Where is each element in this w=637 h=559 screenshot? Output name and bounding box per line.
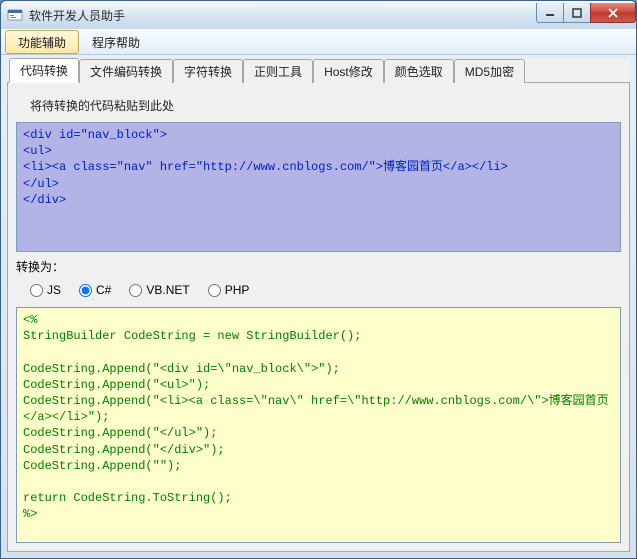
close-button[interactable] — [590, 3, 636, 23]
input-code-area[interactable]: <div id="nav_block"> <ul> <li><a class="… — [16, 122, 621, 252]
tab-content: 将待转换的代码粘贴到此处 <div id="nav_block"> <ul> <… — [7, 83, 630, 552]
tab-md5[interactable]: MD5加密 — [454, 59, 525, 83]
maximize-button[interactable] — [563, 3, 591, 23]
output-code-area[interactable]: <% StringBuilder CodeString = new String… — [16, 307, 621, 543]
window-title: 软件开发人员助手 — [29, 7, 537, 24]
radio-group-target: JS C# VB.NET PHP — [16, 279, 621, 307]
window-controls — [537, 3, 636, 23]
app-window: 软件开发人员助手 功能辅助 程序帮助 代码转换 文件编码转换 字符转换 正则工具… — [0, 0, 637, 559]
app-icon — [7, 7, 23, 23]
menu-item-functions[interactable]: 功能辅助 — [5, 30, 79, 54]
menu-item-help[interactable]: 程序帮助 — [79, 30, 153, 54]
tab-color-pick[interactable]: 颜色选取 — [384, 59, 454, 83]
radio-vbnet[interactable] — [129, 284, 142, 297]
radio-js[interactable] — [30, 284, 43, 297]
convert-to-label: 转换为： — [16, 252, 621, 279]
title-bar[interactable]: 软件开发人员助手 — [1, 1, 636, 29]
tab-host[interactable]: Host修改 — [313, 59, 384, 83]
radio-php[interactable] — [208, 284, 221, 297]
menu-bar: 功能辅助 程序帮助 — [1, 29, 636, 55]
tab-code-convert[interactable]: 代码转换 — [9, 58, 79, 83]
radio-option-vbnet[interactable]: VB.NET — [129, 283, 189, 297]
tab-char-convert[interactable]: 字符转换 — [173, 59, 243, 83]
radio-csharp[interactable] — [79, 284, 92, 297]
menu-label: 程序帮助 — [92, 34, 140, 51]
radio-label: PHP — [225, 283, 250, 297]
radio-option-csharp[interactable]: C# — [79, 283, 111, 297]
radio-option-php[interactable]: PHP — [208, 283, 250, 297]
minimize-button[interactable] — [536, 3, 564, 23]
tab-file-encoding[interactable]: 文件编码转换 — [79, 59, 173, 83]
radio-label: JS — [47, 283, 61, 297]
radio-option-js[interactable]: JS — [30, 283, 61, 297]
radio-label: C# — [96, 283, 111, 297]
paste-label: 将待转换的代码粘贴到此处 — [16, 91, 621, 122]
radio-label: VB.NET — [146, 283, 189, 297]
tab-strip: 代码转换 文件编码转换 字符转换 正则工具 Host修改 颜色选取 MD5加密 — [7, 59, 630, 83]
menu-label: 功能辅助 — [18, 34, 66, 51]
tab-regex[interactable]: 正则工具 — [243, 59, 313, 83]
